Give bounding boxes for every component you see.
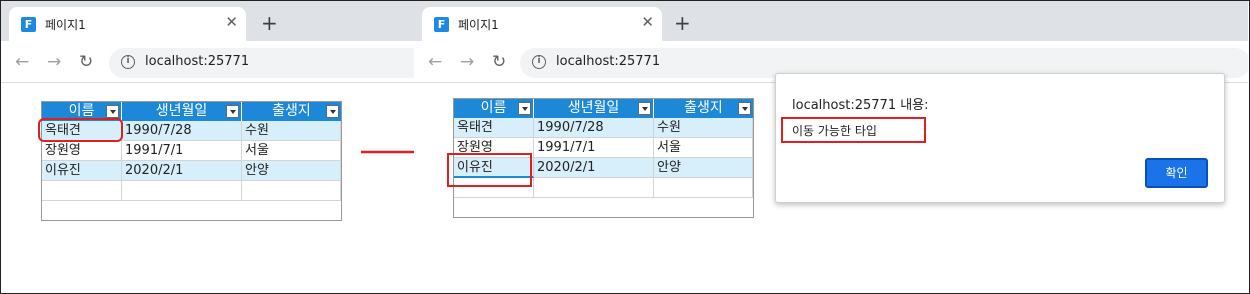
column-header-label: 이름 <box>480 100 507 116</box>
grid-cell-empty[interactable] <box>242 181 341 201</box>
grid-cell[interactable]: 2020/2/1 <box>122 161 242 181</box>
back-icon[interactable]: ← <box>428 52 442 72</box>
highlight-box <box>447 153 532 187</box>
grid-cell-empty[interactable] <box>122 181 242 201</box>
tab-title: 페이지1 <box>458 18 499 32</box>
grid-cell[interactable]: 1990/7/28 <box>534 118 654 138</box>
info-icon[interactable]: i <box>532 55 546 69</box>
browser-tab[interactable]: F 페이지1 ✕ <box>9 7 246 41</box>
favicon-icon: F <box>21 17 36 32</box>
grid-cell-empty[interactable] <box>654 178 753 198</box>
column-header-name[interactable]: 이름 <box>454 99 534 118</box>
column-header-label: 생년월일 <box>155 103 208 119</box>
alert-title: localhost:25771 내용: <box>792 98 929 113</box>
new-tab-icon[interactable]: + <box>261 11 278 35</box>
grid-cell[interactable]: 서울 <box>654 138 753 158</box>
grid-cell[interactable]: 1991/7/1 <box>122 141 242 161</box>
column-header-label: 출생지 <box>684 100 723 116</box>
grid-cell[interactable]: 1990/7/28 <box>122 121 242 141</box>
address-bar[interactable]: i localhost:25771 <box>109 48 414 78</box>
grid-cell[interactable]: 옥태견 <box>454 118 534 138</box>
column-header-label: 생년월일 <box>567 100 620 116</box>
grid-cell[interactable]: 2020/2/1 <box>534 158 654 178</box>
filter-dropdown-icon[interactable] <box>518 102 531 115</box>
column-header-birthplace[interactable]: 출생지 <box>654 99 753 118</box>
back-icon[interactable]: ← <box>15 52 29 72</box>
column-header-label: 출생지 <box>272 103 311 119</box>
reload-icon[interactable]: ↻ <box>492 52 506 72</box>
ok-button[interactable]: 확인 <box>1145 158 1208 188</box>
grid-cell-empty[interactable] <box>534 178 654 198</box>
column-header-label: 이름 <box>68 103 95 119</box>
filter-dropdown-icon[interactable] <box>326 105 339 118</box>
highlight-box <box>781 117 926 143</box>
grid-cell[interactable]: 안양 <box>654 158 753 178</box>
column-header-birthplace[interactable]: 출생지 <box>242 102 341 121</box>
filter-dropdown-icon[interactable] <box>738 102 751 115</box>
info-icon[interactable]: i <box>121 55 135 69</box>
new-tab-icon[interactable]: + <box>674 11 691 35</box>
favicon-icon: F <box>434 17 449 32</box>
forward-icon[interactable]: → <box>460 52 474 72</box>
tab-strip: F 페이지1 ✕ + <box>414 1 1248 41</box>
browser-toolbar: ← → ↻ i localhost:25771 <box>1 41 414 83</box>
tab-strip: F 페이지1 ✕ + <box>1 1 414 41</box>
grid-cell-empty[interactable] <box>42 181 122 201</box>
close-tab-icon[interactable]: ✕ <box>225 13 238 31</box>
grid-cell[interactable]: 이유진 <box>42 161 122 181</box>
close-tab-icon[interactable]: ✕ <box>641 13 654 31</box>
filter-dropdown-icon[interactable] <box>226 105 239 118</box>
filter-dropdown-icon[interactable] <box>638 102 651 115</box>
reload-icon[interactable]: ↻ <box>79 52 93 72</box>
grid-cell[interactable]: 서울 <box>242 141 341 161</box>
url-text: localhost:25771 <box>556 54 661 69</box>
column-header-birthdate[interactable]: 생년월일 <box>122 102 242 121</box>
grid-cell[interactable]: 수원 <box>242 121 341 141</box>
column-header-birthdate[interactable]: 생년월일 <box>534 99 654 118</box>
highlight-box <box>38 118 123 142</box>
grid-cell[interactable]: 안양 <box>242 161 341 181</box>
tab-title: 페이지1 <box>45 18 86 32</box>
forward-icon[interactable]: → <box>47 52 61 72</box>
url-text: localhost:25771 <box>145 54 250 69</box>
filter-dropdown-icon[interactable] <box>106 105 119 118</box>
browser-tab[interactable]: F 페이지1 ✕ <box>422 7 662 41</box>
grid-cell[interactable]: 장원영 <box>42 141 122 161</box>
grid-cell[interactable]: 1991/7/1 <box>534 138 654 158</box>
grid-cell[interactable]: 수원 <box>654 118 753 138</box>
